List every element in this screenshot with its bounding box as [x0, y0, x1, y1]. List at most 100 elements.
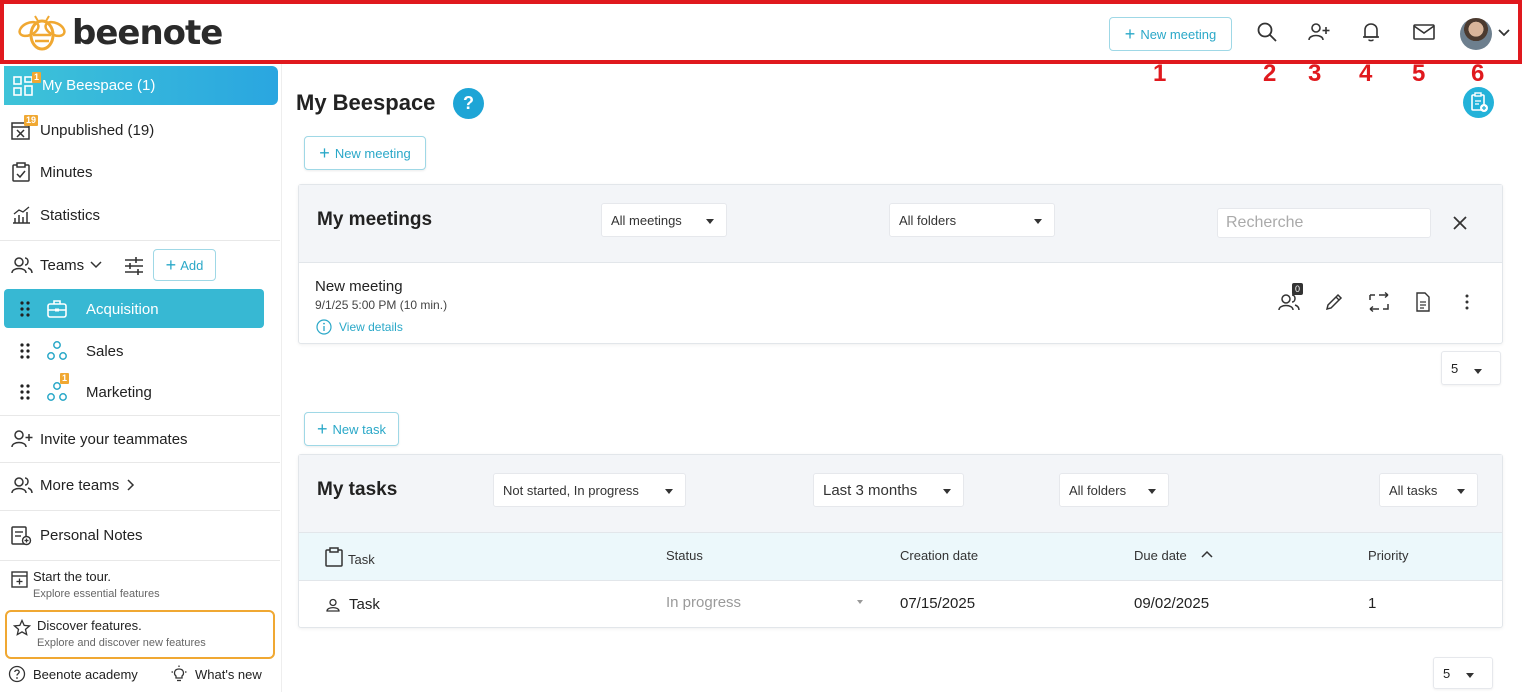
team-item-sales[interactable]: Sales — [0, 331, 280, 371]
document-icon[interactable] — [1413, 291, 1435, 313]
select-value: Not started, In progress — [503, 482, 639, 498]
marketing-badge: 1 — [60, 373, 70, 384]
chevron-down-icon[interactable] — [1497, 28, 1511, 38]
team-item-acquisition[interactable]: Acquisition — [0, 289, 280, 329]
sidebar-item-minutes[interactable]: Minutes — [0, 153, 282, 191]
tasks-type-filter[interactable]: All tasks — [1379, 473, 1478, 507]
more-vertical-icon[interactable] — [1461, 291, 1483, 313]
drag-handle-icon[interactable] — [20, 384, 30, 400]
avatar[interactable] — [1460, 18, 1492, 50]
briefcase-icon — [47, 300, 67, 318]
team-label: Marketing — [86, 383, 152, 401]
column-header-creation-date[interactable]: Creation date — [900, 548, 978, 563]
select-value: All folders — [899, 212, 957, 228]
invite-teammates-link[interactable]: Invite your teammates — [0, 420, 282, 458]
tasks-panel-header: My tasks Not started, In progress Last 3… — [299, 455, 1502, 533]
tasks-period-filter[interactable]: Last 3 months — [813, 473, 964, 507]
sidebar-item-unpublished[interactable]: 19 Unpublished (19) — [0, 111, 282, 149]
discover-subtitle: Explore and discover new features — [37, 637, 206, 649]
plus-icon: + — [1124, 24, 1136, 44]
new-meeting-button[interactable]: + New meeting — [304, 136, 426, 170]
start-tour-link[interactable]: Start the tour. Explore essential featur… — [0, 564, 280, 606]
tasks-folder-filter[interactable]: All folders — [1059, 473, 1169, 507]
discover-title: Discover features. — [37, 618, 142, 633]
new-task-button[interactable]: + New task — [304, 412, 399, 446]
user-icon — [326, 598, 340, 612]
close-icon[interactable] — [1452, 215, 1468, 231]
teams-dropdown[interactable]: Teams — [0, 245, 140, 285]
more-teams-link[interactable]: More teams — [0, 466, 282, 504]
calendar-x-icon: 19 — [10, 115, 39, 141]
users-icon — [10, 474, 33, 496]
meeting-row[interactable]: New meeting 9/1/25 5:00 PM (10 min.) Vie… — [299, 263, 1502, 343]
task-status-select[interactable]: In progress — [666, 594, 741, 611]
team-label: Acquisition — [86, 300, 159, 318]
participants-icon[interactable]: 0 — [1277, 283, 1304, 313]
divider — [0, 415, 280, 416]
select-value: All folders — [1069, 482, 1127, 498]
tour-subtitle: Explore essential features — [33, 588, 160, 600]
column-header-due-date[interactable]: Due date — [1134, 548, 1187, 563]
select-value: All tasks — [1389, 482, 1438, 498]
chevron-down-icon — [90, 261, 102, 269]
star-icon — [13, 619, 31, 636]
select-value: Last 3 months — [823, 481, 918, 499]
edit-icon[interactable] — [1323, 291, 1345, 313]
plus-icon: + — [165, 255, 177, 275]
meetings-search-input[interactable] — [1217, 208, 1431, 238]
users-icon — [10, 254, 33, 276]
chart-icon — [10, 204, 32, 226]
beenote-academy-link[interactable]: Beenote academy — [8, 664, 138, 684]
view-details-link[interactable]: View details — [316, 319, 403, 335]
caret-down-icon — [1474, 369, 1482, 374]
search-icon[interactable] — [1256, 21, 1280, 45]
sidebar-item-my-beespace[interactable]: 1 My Beespace (1) — [4, 66, 278, 105]
team-circles-icon — [47, 341, 67, 360]
whats-new-link[interactable]: What's new — [170, 664, 262, 684]
marker-2: 2 — [1263, 60, 1277, 87]
add-team-button[interactable]: + Add — [153, 249, 216, 281]
transfer-icon[interactable] — [1367, 291, 1389, 313]
drag-handle-icon[interactable] — [20, 301, 30, 317]
tasks-page-size-select[interactable]: 5 — [1433, 657, 1493, 689]
caret-down-icon — [1457, 489, 1465, 494]
sort-ascending-icon[interactable] — [1201, 549, 1213, 559]
column-header-priority[interactable]: Priority — [1368, 548, 1408, 563]
plus-icon: + — [319, 143, 330, 163]
drag-handle-icon[interactable] — [20, 343, 30, 359]
caret-down-icon — [857, 600, 863, 604]
caret-down-icon — [1466, 673, 1474, 678]
info-icon — [316, 319, 332, 335]
column-header-status[interactable]: Status — [666, 548, 703, 563]
meetings-page-size-select[interactable]: 5 — [1441, 351, 1501, 385]
discover-features-link[interactable]: Discover features. Explore and discover … — [5, 610, 275, 659]
teams-label: Teams — [40, 256, 85, 274]
help-button[interactable]: ? — [453, 88, 484, 119]
team-label: Sales — [86, 342, 124, 360]
filter-settings-icon[interactable] — [123, 255, 145, 277]
clipboard-icon — [324, 547, 344, 567]
floating-notes-button[interactable] — [1463, 87, 1494, 118]
meeting-name: New meeting — [315, 278, 403, 295]
more-teams-label: More teams — [40, 476, 120, 494]
mail-icon[interactable] — [1412, 21, 1436, 45]
header-new-meeting-button[interactable]: + New meeting — [1109, 17, 1232, 51]
select-value: All meetings — [611, 212, 682, 228]
tasks-title: My tasks — [317, 479, 398, 500]
add-user-icon[interactable] — [1307, 21, 1331, 45]
column-header-task[interactable]: Task — [348, 552, 375, 567]
beenote-logo[interactable]: beenote — [18, 10, 223, 56]
tasks-status-filter[interactable]: Not started, In progress — [493, 473, 686, 507]
meetings-folder-select[interactable]: All folders — [889, 203, 1055, 237]
meetings-filter-select[interactable]: All meetings — [601, 203, 727, 237]
participants-count: 0 — [1292, 283, 1304, 295]
add-user-icon — [10, 428, 33, 450]
table-row[interactable]: Task In progress 07/15/2025 09/02/2025 1 — [299, 581, 1502, 627]
new-meeting-label: New meeting — [334, 145, 411, 161]
sidebar-item-statistics[interactable]: Statistics — [0, 196, 282, 234]
personal-notes-link[interactable]: Personal Notes — [0, 516, 282, 554]
bell-icon[interactable] — [1360, 21, 1384, 45]
help-circle-icon — [8, 665, 26, 683]
meeting-datetime: 9/1/25 5:00 PM (10 min.) — [315, 298, 448, 312]
team-item-marketing[interactable]: 1 Marketing — [0, 372, 280, 412]
